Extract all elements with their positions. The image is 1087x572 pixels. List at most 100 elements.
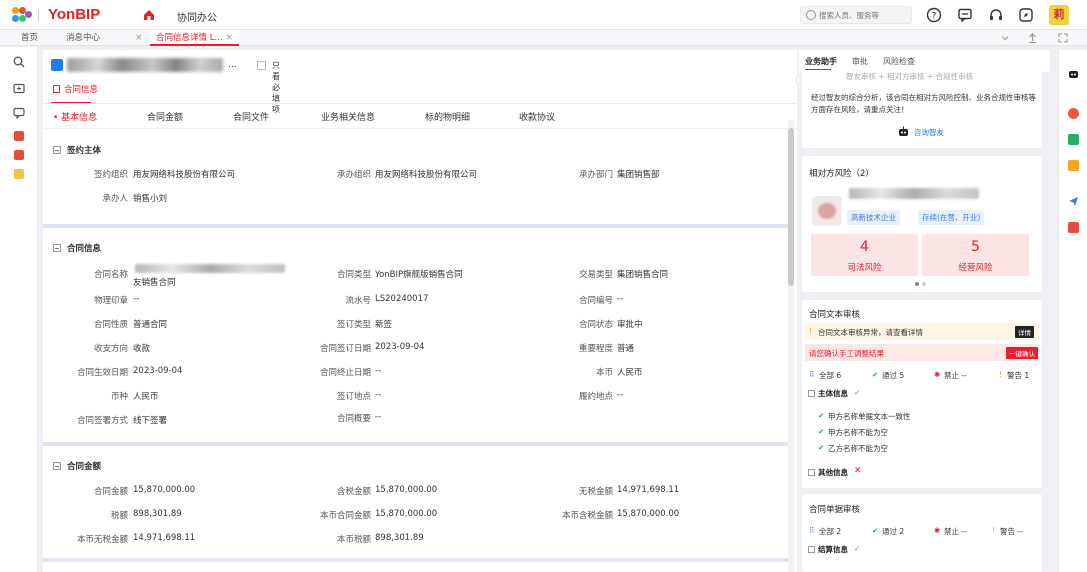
field-label: 签约组织 (93, 170, 128, 180)
rule-item: 乙方名称不能为空 (828, 444, 888, 453)
help-icon[interactable]: ? (926, 7, 942, 23)
collapse-icon[interactable] (53, 462, 61, 470)
tab-label: 合同信息详情 L... (156, 33, 223, 43)
field-value: 14,971,698.11 (617, 485, 680, 495)
only-required-label: 只看必填项 (272, 61, 280, 114)
carousel-dot[interactable] (922, 282, 926, 286)
app-icon[interactable] (1068, 108, 1079, 119)
chevron-down-icon[interactable] (1001, 34, 1009, 42)
robot-icon[interactable] (1068, 68, 1079, 79)
business-risk-box[interactable]: 5 经营风险 (922, 234, 1029, 276)
alert-text: 合同文本审核异常，请查看详情 (818, 328, 923, 337)
subtab-items[interactable]: 标的物明细 (425, 110, 470, 123)
check-icon: ✔ (872, 370, 879, 379)
chat-icon[interactable] (13, 107, 25, 119)
section-header[interactable]: 合同金额 (53, 460, 101, 472)
filter-all[interactable]: 全部 2 (819, 526, 841, 537)
collapse-icon[interactable] (53, 244, 61, 252)
search-icon[interactable] (13, 56, 25, 68)
compass-icon[interactable] (1018, 7, 1034, 23)
check-icon: ✓ (854, 388, 861, 397)
forbid-icon: ✱ (934, 370, 941, 379)
home-icon[interactable] (142, 8, 156, 22)
filter-pass[interactable]: 通过 2 (882, 526, 904, 537)
folder-icon[interactable] (13, 82, 25, 94)
field-label: 合同生效日期 (76, 368, 128, 378)
app-icon[interactable] (1068, 222, 1079, 233)
close-icon[interactable]: × (226, 33, 234, 43)
panel-amount: 合同金额 合同金额 15,870,000.00 含税金额 15,870,000.… (43, 442, 788, 554)
business-risk-label: 经营风险 (958, 263, 993, 273)
filter-forbid[interactable]: 禁止 -- (944, 370, 967, 381)
message-icon[interactable] (957, 7, 973, 23)
tab-approval[interactable]: 审批 (852, 56, 868, 67)
app-icon[interactable] (1068, 134, 1079, 145)
judicial-risk-count: 4 (860, 239, 869, 255)
tab-contract-info[interactable]: 合同信息 (53, 83, 98, 99)
subtab-payment[interactable]: 收款协议 (519, 110, 555, 123)
ask-assistant-link[interactable]: 咨询智友 (914, 127, 944, 138)
expand-icon[interactable] (808, 469, 815, 476)
send-icon[interactable] (1068, 196, 1079, 207)
field-label: 合同金额 (93, 487, 128, 497)
divider (38, 9, 39, 22)
global-search[interactable] (800, 6, 912, 24)
carousel-dot[interactable] (915, 282, 919, 286)
filter-pass[interactable]: 通过 5 (882, 370, 904, 381)
manual-confirm-text: 请您确认手工调整结果 (809, 349, 884, 358)
field-value: 2023-09-04 (133, 366, 183, 376)
app-icon[interactable] (1068, 160, 1079, 171)
subtab-basic[interactable]: • 基本信息 (53, 110, 97, 123)
panel-sign-party: 签约主体 签约组织 用友网络科技股份有限公司 承办组织 用友网络科技股份有限公司… (43, 134, 788, 218)
filter-all[interactable]: 全部 6 (819, 370, 841, 381)
menu-title[interactable]: 协同办公 (177, 9, 217, 24)
user-avatar[interactable]: 莉 (1049, 5, 1069, 25)
field-value: 收款 (133, 344, 151, 354)
tab-bar: 首页 消息中心 × 合同信息详情 L... × (0, 30, 1087, 46)
app-icon[interactable] (14, 150, 24, 160)
field-value: 人民币 (617, 368, 643, 378)
brand-logo[interactable]: YonBIP (48, 6, 100, 23)
field-label: 合同签署方式 (76, 416, 128, 426)
headset-icon[interactable] (988, 7, 1004, 23)
filter-forbid[interactable]: 禁止 -- (944, 526, 967, 537)
app-launcher-icon[interactable] (12, 7, 32, 23)
tab-contract-detail[interactable]: 合同信息详情 L... × (150, 30, 240, 46)
field-label: 承办人 (102, 194, 128, 204)
tab-risk-check[interactable]: 风险检查 (883, 56, 915, 67)
subtab-files[interactable]: 合同文件 (233, 110, 269, 123)
subtab-business[interactable]: 业务相关信息 (321, 110, 375, 123)
assistant-summary-text: 经过智友的综合分析，该合同在相对方风险控制、业务合规性审核等方面存在风险，请重点… (811, 93, 1036, 114)
field-label: 本币 (595, 368, 613, 378)
confirm-all-button[interactable]: 一键确认 (1006, 347, 1038, 359)
section-title: 合同信息 (67, 244, 102, 254)
scrollbar-thumb[interactable] (788, 128, 794, 286)
field-value: 用友网络科技股份有限公司 (133, 170, 236, 180)
tab-message-center[interactable]: 消息中心 × (66, 30, 143, 46)
field-value: -- (133, 294, 140, 304)
section-header[interactable]: 签约主体 (53, 144, 101, 156)
app-icon[interactable] (14, 131, 24, 141)
collapse-icon[interactable] (53, 146, 61, 154)
filter-warn[interactable]: 警告 -- (1000, 526, 1023, 537)
section-header[interactable]: 合同信息 (53, 242, 101, 254)
collapse-icon[interactable] (808, 546, 815, 553)
app-icon[interactable] (14, 169, 24, 179)
field-value: -- (375, 412, 382, 422)
judicial-risk-box[interactable]: 4 司法风险 (811, 234, 918, 276)
grid-icon: ⠿ (809, 370, 815, 379)
search-input[interactable] (819, 9, 909, 21)
collapse-icon[interactable] (808, 390, 815, 397)
detail-button[interactable]: 详情 (1015, 326, 1034, 338)
subtab-amount[interactable]: 合同金额 (147, 110, 183, 123)
tab-assistant[interactable]: 业务助手 (805, 56, 837, 67)
warning-icon: ! (999, 370, 1003, 379)
tab-label: 首页 (21, 33, 39, 43)
field-label: 税额 (110, 511, 128, 521)
close-icon[interactable]: × (135, 33, 143, 43)
tab-home[interactable]: 首页 (21, 30, 38, 46)
only-required-checkbox[interactable] (257, 61, 266, 70)
filter-warn[interactable]: 警告 1 (1007, 370, 1029, 381)
upload-icon[interactable] (1028, 33, 1037, 43)
fullscreen-icon[interactable] (1058, 33, 1068, 43)
